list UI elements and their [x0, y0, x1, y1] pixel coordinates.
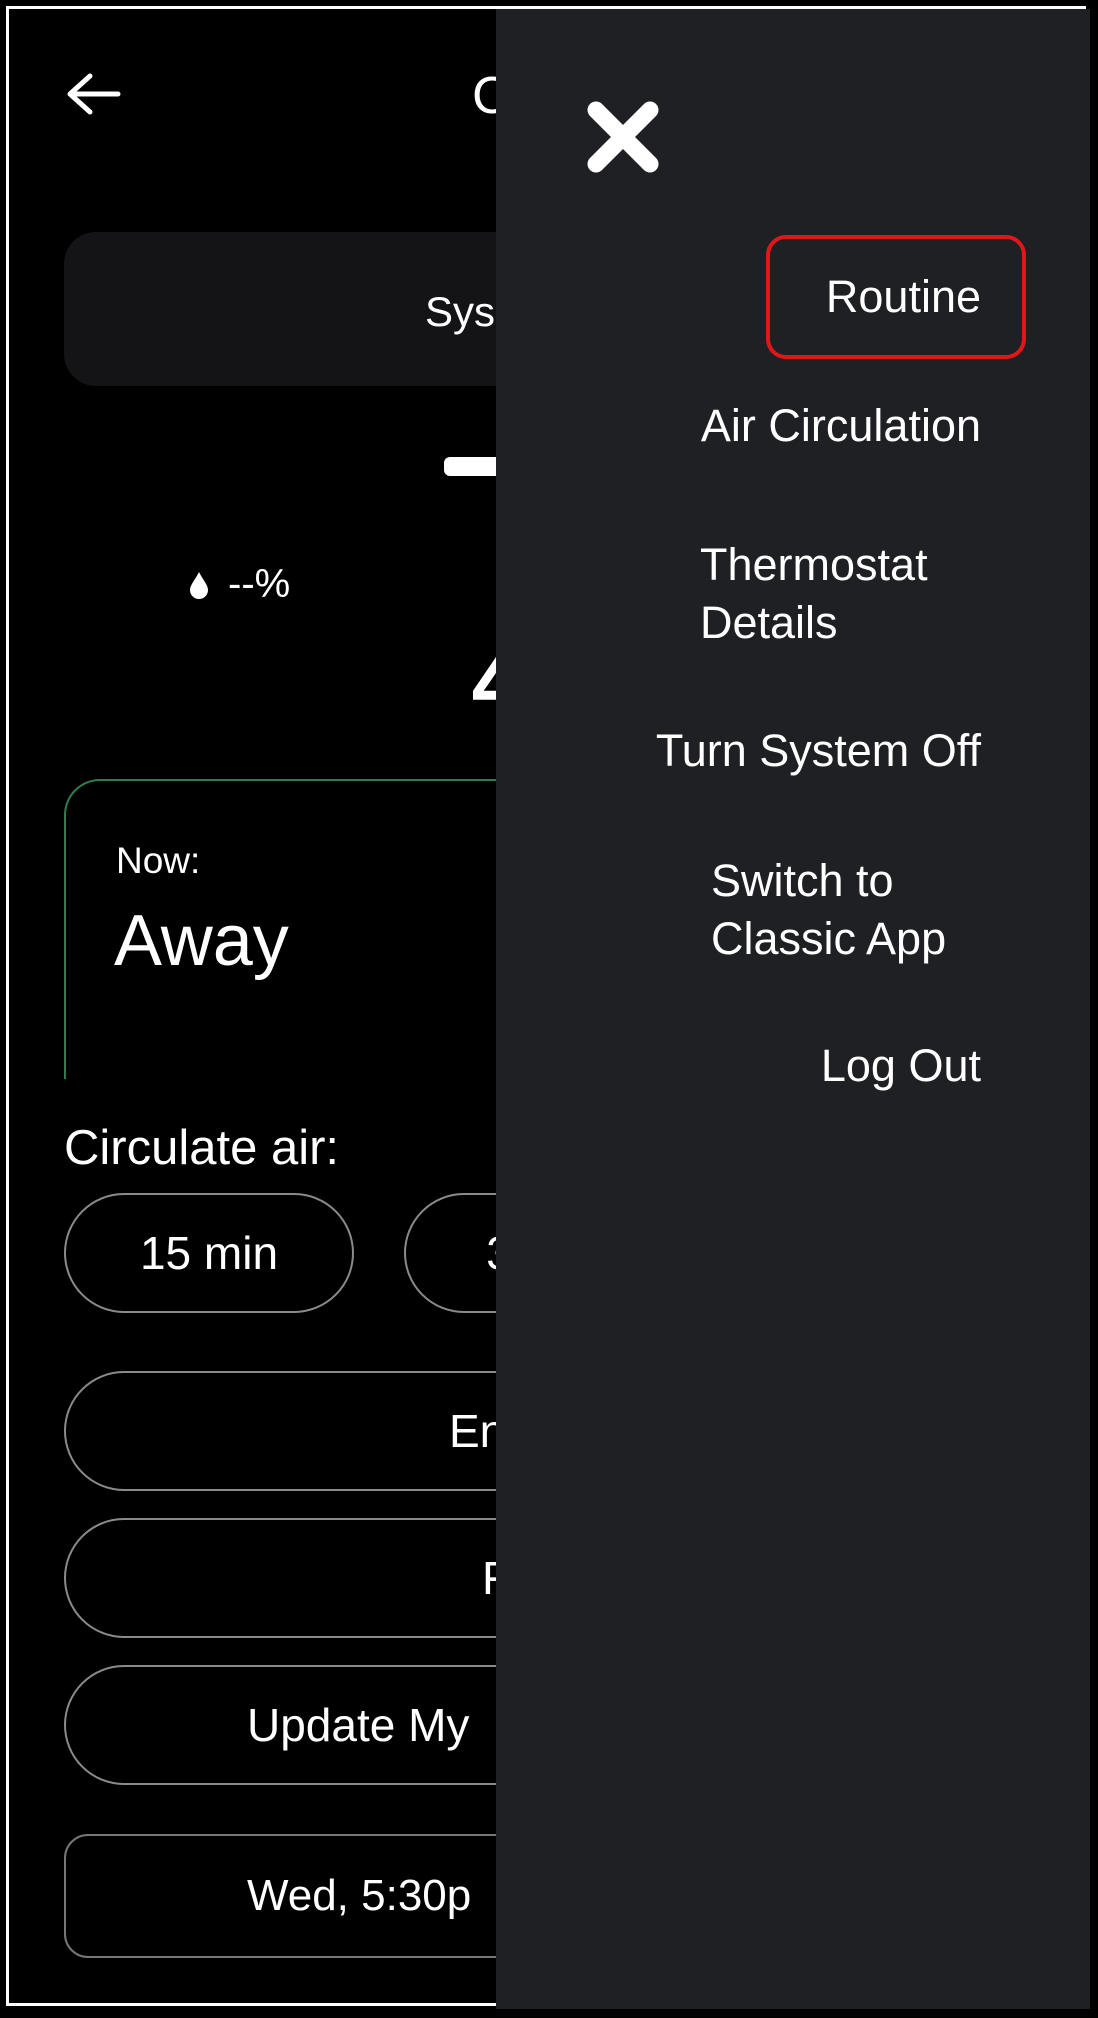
action-button-label: Update My: [247, 1699, 470, 1751]
now-value: Away: [114, 901, 289, 981]
menu-item-switch-classic-app[interactable]: Switch to Classic App: [711, 852, 981, 968]
arrow-left-icon: [67, 73, 121, 115]
close-icon: [587, 101, 659, 173]
humidity-value: --%: [228, 562, 291, 606]
system-mode-label: Sys: [425, 288, 496, 335]
menu-item-thermostat-details[interactable]: Thermostat Details: [700, 536, 970, 652]
menu-item-routine[interactable]: Routine: [826, 268, 981, 326]
menu-item-log-out[interactable]: Log Out: [821, 1037, 981, 1095]
water-drop-icon: [190, 572, 208, 599]
schedule-text: Wed, 5:30p: [247, 1871, 472, 1920]
circulate-15-min-button[interactable]: 15 min: [64, 1193, 354, 1313]
side-menu-drawer: Routine Air Circulation Thermostat Detai…: [496, 9, 1090, 2009]
close-menu-button[interactable]: [586, 100, 660, 174]
menu-item-air-circulation[interactable]: Air Circulation: [701, 397, 981, 455]
now-label: Now:: [116, 840, 201, 881]
back-button[interactable]: [66, 70, 122, 118]
menu-item-turn-system-off[interactable]: Turn System Off: [656, 722, 981, 780]
circulate-air-label: Circulate air:: [64, 1121, 340, 1175]
